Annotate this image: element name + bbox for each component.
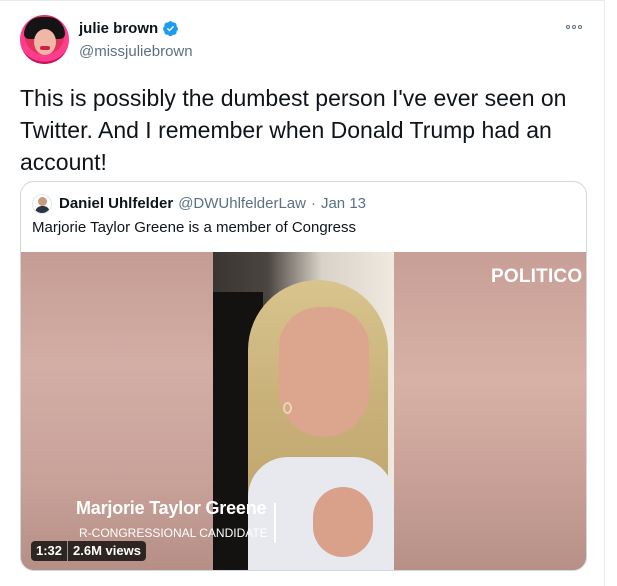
quoted-tweet[interactable]: Daniel Uhlfelder @DWUhlfelderLaw · Jan 1… (20, 181, 587, 571)
video-lower-third-name: Marjorie Taylor Greene (76, 498, 267, 518)
video-lower-third-divider (274, 503, 276, 543)
author-name-row: julie brown (79, 20, 179, 37)
quoted-separator: · (310, 195, 316, 212)
quoted-display-name[interactable]: Daniel Uhlfelder (59, 195, 173, 212)
video-duration: 1:32 (36, 543, 63, 558)
more-dot (578, 25, 582, 29)
video-subject-face (279, 307, 369, 437)
quoted-header: Daniel Uhlfelder @DWUhlfelderLaw · Jan 1… (59, 195, 366, 212)
video-watermark: POLITICO (491, 266, 583, 287)
quoted-handle[interactable]: @DWUhlfelderLaw (178, 195, 306, 212)
video-lower-third-title: R-CONGRESSIONAL CANDIDATE (79, 526, 268, 540)
tweet-text: This is possibly the dumbest person I've… (20, 85, 567, 175)
quoted-avatar-head (38, 197, 47, 206)
video-blur-right (394, 252, 586, 570)
video-subject-earring (283, 402, 292, 414)
avatar-lips (40, 46, 50, 50)
quoted-author-avatar[interactable] (32, 194, 52, 214)
more-options-icon[interactable] (566, 25, 582, 29)
author-avatar[interactable] (20, 15, 69, 64)
video-player[interactable]: POLITICO Marjorie Taylor Greene R-CONGRE… (21, 252, 586, 570)
tweet-card: julie brown @missjuliebrown This is poss… (0, 0, 605, 586)
more-dot (566, 25, 570, 29)
verified-badge-icon (163, 21, 179, 37)
video-views: 2.6M views (73, 543, 141, 558)
video-frame (213, 252, 394, 570)
video-subject-hand (313, 487, 373, 557)
quoted-date[interactable]: Jan 13 (321, 195, 366, 212)
more-dot (572, 25, 576, 29)
video-stats-badge: 1:32 2.6M views (31, 541, 146, 561)
quoted-avatar-body (35, 206, 50, 213)
video-blur-left (21, 252, 213, 570)
author-handle[interactable]: @missjuliebrown (79, 43, 193, 60)
avatar-face (34, 29, 56, 55)
author-display-name[interactable]: julie brown (79, 20, 158, 37)
quoted-text: Marjorie Taylor Greene is a member of Co… (32, 219, 357, 236)
